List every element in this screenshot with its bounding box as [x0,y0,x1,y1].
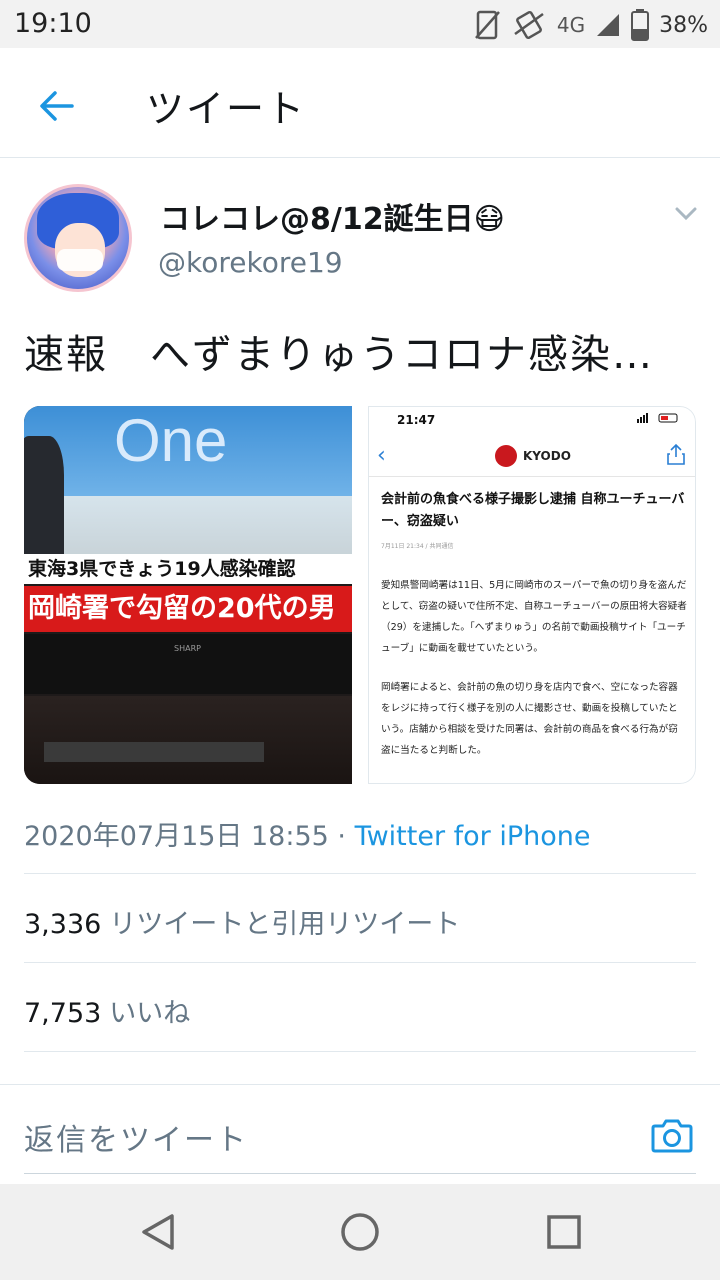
phone-back-icon: ‹ [377,443,386,468]
retweets-label: リツイートと引用リツイート [109,909,461,940]
phone-status-icon [637,413,678,423]
tweet-text: 速報 へずまりゅうコロナ感染… [24,332,654,378]
timestamp-text: 2020年07月15日 18:55 · [24,821,355,852]
reply-underline [24,1173,696,1174]
tv-brand: SHARP [174,644,201,653]
nav-back-button[interactable] [136,1210,180,1254]
back-button[interactable] [30,80,82,132]
tweet-timestamp: 2020年07月15日 18:55 · Twitter for iPhone [24,814,591,853]
status-icons: 4G 38% [474,8,708,42]
nav-home-button[interactable] [338,1210,382,1254]
phone-status-icons [637,413,679,426]
camera-icon [651,1119,693,1153]
tv-caption-top: 東海3県できょう19人感染確認 [24,554,352,584]
reply-bar: 返信をツイート [0,1084,720,1184]
likes-label: いいね [109,998,191,1029]
divider [24,1051,696,1052]
author-name[interactable]: コレコレ@8/12誕生日😷 [160,194,505,238]
divider [24,873,696,874]
nav-back-icon [142,1214,174,1250]
status-time: 19:10 [14,8,92,39]
arrow-left-icon [40,91,74,121]
retweets-stat[interactable]: 3,336 リツイートと引用リツイート [24,902,460,941]
system-nav-bar [0,1184,720,1280]
battery-icon [631,9,650,41]
author-handle[interactable]: @korekore19 [158,246,343,279]
likes-stat[interactable]: 7,753 いいね [24,991,190,1030]
tv-caption-main: 岡崎署で勾留の20代の男 [24,586,352,632]
nav-recents-button[interactable] [542,1210,586,1254]
phone-time: 21:47 [397,413,436,427]
news-date: 7月11日 21:34 / 共同通信 [381,543,454,550]
tweet-source-link[interactable]: Twitter for iPhone [355,821,591,852]
page-title: ツイート [146,87,307,131]
signal-icon [597,14,620,36]
network-type: 4G [556,13,586,37]
likes-count: 7,753 [24,998,102,1029]
tweet-menu-button[interactable] [672,202,700,226]
nav-home-icon [341,1213,379,1251]
media-image-tv[interactable]: One 東海3県できょう19人感染確認 岡崎署で勾留の20代の男 SHARP [24,406,352,784]
media-image-news[interactable]: 21:47 ‹ KYODO 会計前の魚食べる様子撮影し逮捕 自称ユーチューバー、… [368,406,696,784]
nav-recents-icon [547,1215,581,1249]
phone-share-icon [667,443,685,469]
battery-percent: 38% [659,12,708,38]
header: ツイート [0,48,720,158]
tv-logo: One [114,407,228,474]
status-bar: 19:10 4G 38% [0,0,720,48]
news-headline: 会計前の魚食べる様子撮影し逮捕 自称ユーチューバー、窃盗疑い [381,492,685,529]
tweet-media: One 東海3県できょう19人感染確認 岡崎署で勾留の20代の男 SHARP 2… [24,406,696,784]
chevron-down-icon [675,207,697,221]
avatar[interactable] [24,184,132,292]
news-body: 愛知県警岡崎署は11日、5月に岡崎市のスーパーで魚の切り身を盗んだとして、窃盗の… [381,575,687,779]
phone-nav: ‹ KYODO [369,435,695,477]
retweets-count: 3,336 [24,909,102,940]
news-paragraph: 岡崎署によると、会計前の魚の切り身を店内で食べ、空になった容器をレジに持って行く… [381,682,678,756]
camera-button[interactable] [648,1111,696,1159]
divider [24,962,696,963]
no-sim-icon [474,10,500,40]
news-paragraph: 愛知県警岡崎署は11日、5月に岡崎市のスーパーで魚の切り身を盗んだとして、窃盗の… [381,580,687,654]
reply-input[interactable]: 返信をツイート [24,1115,248,1159]
vibrate-icon [514,10,544,40]
kyodo-logo: KYODO [495,445,571,467]
kyodo-logo-text: KYODO [523,449,571,463]
